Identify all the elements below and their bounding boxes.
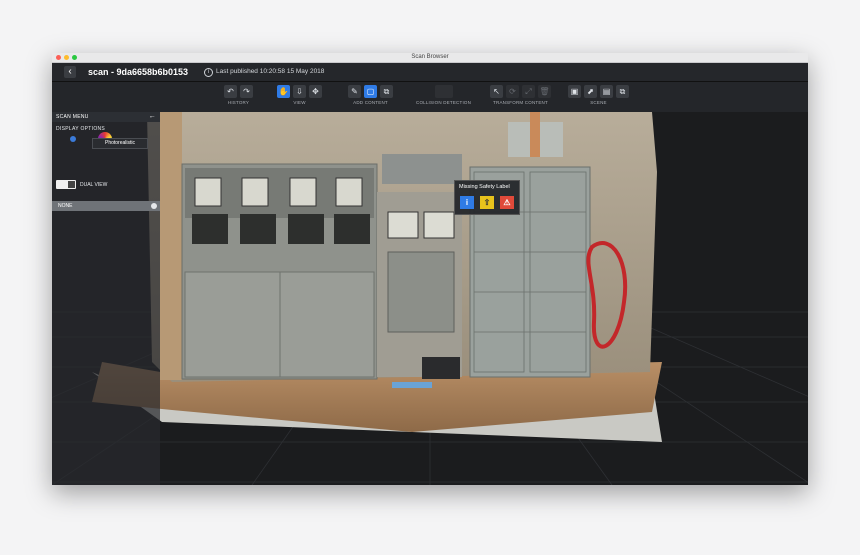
- app-window: Scan Browser ‹ scan - 9da6658b6b0153 i L…: [52, 53, 808, 485]
- tag-text: Missing Safety Label: [459, 184, 510, 190]
- image-icon[interactable]: ▤: [600, 85, 613, 98]
- published-status: Last published 10:20:58 15 May 2018: [216, 68, 325, 75]
- dual-view-row: DUAL VIEW: [56, 180, 107, 189]
- scan-menu-panel: SCAN MENU ← DISPLAY OPTIONS Photorealist…: [52, 112, 160, 485]
- collision-toggle[interactable]: [434, 85, 453, 98]
- display-options-heading: DISPLAY OPTIONS: [56, 126, 106, 132]
- redo-icon[interactable]: ↷: [240, 85, 253, 98]
- dual-view-label: DUAL VIEW: [80, 181, 108, 188]
- copy-icon[interactable]: ⧉: [616, 85, 629, 98]
- pencil-icon[interactable]: ✎: [348, 85, 361, 98]
- scale-icon[interactable]: ⤢: [522, 85, 535, 98]
- title-bar: Scan Browser: [52, 53, 808, 63]
- scan-title: scan - 9da6658b6b0153: [88, 67, 189, 77]
- exit-sign-icon[interactable]: ⇧: [480, 195, 494, 209]
- history-group: ↶ ↷ HISTORY: [224, 85, 253, 105]
- move-icon[interactable]: ✥: [309, 85, 322, 98]
- app-header: ‹ scan - 9da6658b6b0153 i Last published…: [52, 63, 808, 82]
- attach-icon[interactable]: ⧉: [380, 85, 393, 98]
- tag-icon[interactable]: ▢: [364, 85, 377, 98]
- scan-menu-title: SCAN MENU: [56, 114, 89, 120]
- history-label: HISTORY: [227, 100, 250, 105]
- globe-icon[interactable]: [70, 136, 76, 142]
- collapse-arrow-icon[interactable]: ←: [149, 112, 156, 122]
- scene-group: ▣ ⬈ ▤ ⧉ SCENE: [568, 85, 629, 105]
- info-icon[interactable]: i: [460, 195, 474, 209]
- window-title: Scan Browser: [411, 54, 449, 60]
- rotate-icon[interactable]: ⟳: [506, 85, 519, 98]
- save-icon[interactable]: ▣: [568, 85, 581, 98]
- tag-icon-row: i ⇧ ⚠: [455, 193, 519, 214]
- hand-icon[interactable]: ✋: [277, 85, 290, 98]
- export-icon[interactable]: ⬈: [584, 85, 597, 98]
- walk-icon[interactable]: ⇩: [293, 85, 306, 98]
- render-mode-select[interactable]: Photorealistic: [92, 138, 148, 149]
- scan-menu-header: SCAN MENU ←: [52, 112, 160, 122]
- back-button[interactable]: ‹: [64, 66, 76, 78]
- delete-icon[interactable]: 🗑: [538, 85, 551, 98]
- layer-select[interactable]: NONE: [52, 201, 160, 211]
- undo-icon[interactable]: ↶: [224, 85, 237, 98]
- layer-label: NONE: [58, 203, 73, 209]
- add-content-group: ✎ ▢ ⧉ ADD CONTENT: [348, 85, 393, 105]
- transform-label: TRANSFORM CONTENT: [493, 100, 548, 105]
- dual-view-toggle[interactable]: [56, 180, 76, 189]
- warning-icon[interactable]: ⚠: [500, 195, 514, 209]
- collision-label: COLLISION DETECTION: [416, 100, 472, 105]
- transform-group: ↖ ⟳ ⤢ 🗑 TRANSFORM CONTENT: [490, 85, 551, 105]
- select-icon[interactable]: ↖: [490, 85, 503, 98]
- annotation-tag[interactable]: Missing Safety Label i ⇧ ⚠: [454, 180, 520, 215]
- scene-label: SCENE: [590, 100, 607, 105]
- view-group: ✋ ⇩ ✥ VIEW: [277, 85, 322, 105]
- add-content-label: ADD CONTENT: [353, 100, 388, 105]
- info-icon[interactable]: i: [204, 68, 213, 77]
- radio-dot-icon[interactable]: [151, 203, 157, 209]
- collision-group: COLLISION DETECTION: [416, 85, 471, 105]
- scan-scene: [52, 112, 808, 485]
- view-label: VIEW: [293, 100, 306, 105]
- toolbar: ↶ ↷ HISTORY ✋ ⇩ ✥ VIEW ✎ ▢ ⧉ ADD CONTENT: [52, 82, 808, 113]
- scan-viewport[interactable]: [52, 112, 808, 485]
